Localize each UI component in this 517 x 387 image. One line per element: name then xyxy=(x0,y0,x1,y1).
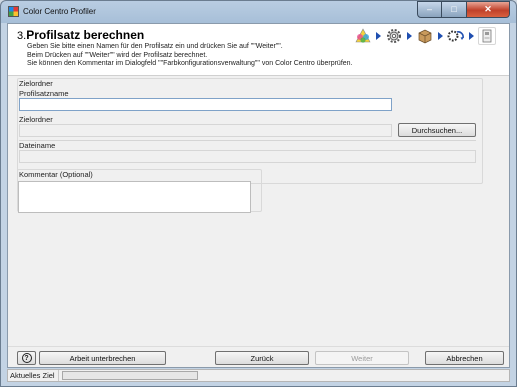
help-button[interactable]: ? xyxy=(17,351,36,365)
filename-field xyxy=(19,150,476,163)
step-arrow-icon xyxy=(469,32,474,40)
app-window: Color Centro Profiler – □ ✕ 3.Profilsatz… xyxy=(0,0,517,387)
comment-textarea[interactable] xyxy=(18,181,251,213)
status-label: Aktuelles Ziel xyxy=(8,370,59,381)
wizard-header: 3.Profilsatz berechnen Geben Sie bitte e… xyxy=(8,24,509,76)
help-icon: ? xyxy=(21,353,32,363)
progress-bar xyxy=(61,371,198,380)
description-line-2: Beim Drücken auf ""Weiter"" wird der Pro… xyxy=(27,51,208,59)
profile-name-label: Profilsatzname xyxy=(19,89,69,98)
box-icon xyxy=(416,27,434,45)
profile-name-input[interactable] xyxy=(19,98,392,111)
step-description: Geben Sie bitte einen Namen für den Prof… xyxy=(27,43,353,69)
step-arrow-icon xyxy=(376,32,381,40)
group-label: Zielordner xyxy=(19,79,53,88)
window-controls: – □ ✕ xyxy=(417,1,510,18)
description-line-3: Sie können den Kommentar im Dialogfeld "… xyxy=(27,60,353,68)
cancel-button[interactable]: Abbrechen xyxy=(425,351,504,365)
filename-label: Dateiname xyxy=(19,141,56,150)
step-arrow-icon xyxy=(407,32,412,40)
close-button[interactable]: ✕ xyxy=(467,1,510,18)
step-arrow-icon xyxy=(438,32,443,40)
wizard-steps xyxy=(354,24,496,48)
maximize-button[interactable]: □ xyxy=(442,1,467,18)
target-folder-field xyxy=(19,124,392,137)
browse-button[interactable]: Durchsuchen... xyxy=(398,123,476,137)
interrupt-button[interactable]: Arbeit unterbrechen xyxy=(39,351,166,365)
app-icon xyxy=(8,6,19,17)
step-title-text: Profilsatz berechnen xyxy=(26,28,145,42)
footer-divider xyxy=(8,346,509,347)
comment-label: Kommentar (Optional) xyxy=(19,170,93,179)
device-icon xyxy=(478,27,496,45)
divider xyxy=(19,140,476,141)
status-bar: Aktuelles Ziel xyxy=(7,369,510,382)
description-line-1: Geben Sie bitte einen Namen für den Prof… xyxy=(27,43,283,50)
target-folder-label: Zielordner xyxy=(19,115,53,124)
dialog-client: 3.Profilsatz berechnen Geben Sie bitte e… xyxy=(7,23,510,368)
gear-icon xyxy=(385,27,403,45)
title-bar[interactable]: Color Centro Profiler – □ ✕ xyxy=(1,1,516,22)
process-icon xyxy=(447,27,465,45)
step-number: 3. xyxy=(17,30,27,42)
next-button: Weiter xyxy=(315,351,409,365)
page-title: 3.Profilsatz berechnen xyxy=(17,28,144,42)
minimize-button[interactable]: – xyxy=(417,1,442,18)
window-title: Color Centro Profiler xyxy=(23,7,96,16)
back-button[interactable]: Zurück xyxy=(215,351,309,365)
color-wheel-icon xyxy=(354,27,372,45)
